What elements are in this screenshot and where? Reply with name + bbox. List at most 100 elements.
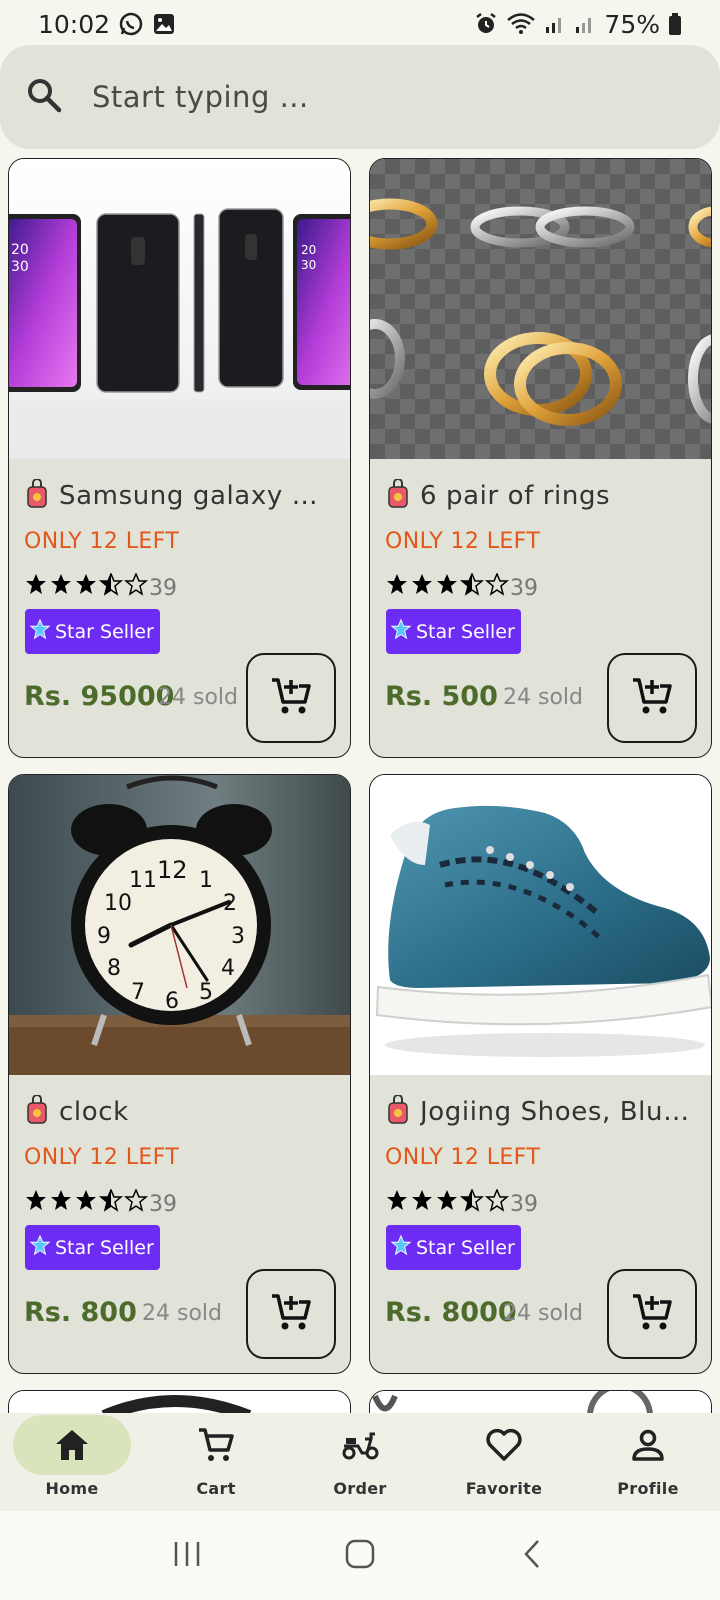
review-count: 39 [149,575,177,601]
svg-text:7: 7 [131,980,145,1005]
rating: 39 [385,1188,538,1219]
product-card[interactable]: Jogiing Shoes, Blue ... ONLY 12 LEFT 39 … [369,774,712,1374]
star-badge-icon [29,1234,51,1261]
stock-label: ONLY 12 LEFT [24,1145,180,1170]
product-image-rings[interactable] [370,159,711,459]
add-to-cart-button[interactable] [607,1269,697,1359]
product-price: Rs. 500 [385,681,498,712]
signal-2-icon [574,13,596,35]
bottom-navigation: Home Cart Order Favorite Profile [0,1413,720,1511]
badge-label: Star Seller [55,620,154,643]
star-seller-badge: Star Seller [25,609,160,654]
add-to-cart-button[interactable] [246,1269,336,1359]
badge-label: Star Seller [416,1236,515,1259]
badge-label: Star Seller [416,620,515,643]
scooter-icon [340,1427,380,1463]
svg-text:11: 11 [129,868,157,893]
search-bar[interactable] [0,45,720,149]
svg-text:3: 3 [231,924,245,949]
home-button-icon[interactable] [345,1539,375,1573]
svg-text:12: 12 [157,856,188,884]
svg-text:30: 30 [11,259,29,275]
nav-label-cart: Cart [196,1479,236,1498]
search-icon[interactable] [26,77,62,117]
badge-label: Star Seller [55,1236,154,1259]
star-rating-icon [385,572,510,603]
star-badge-icon [29,618,51,645]
add-cart-icon [269,1290,313,1338]
svg-text:30: 30 [301,258,316,272]
system-navigation [0,1511,720,1600]
svg-text:20: 20 [301,243,316,257]
review-count: 39 [149,1191,177,1217]
add-to-cart-button[interactable] [246,653,336,743]
add-cart-icon [630,674,674,722]
stock-label: ONLY 12 LEFT [385,529,541,554]
battery-icon [668,12,682,36]
seller-bag-icon [25,1094,49,1129]
review-count: 39 [510,575,538,601]
nav-cart[interactable]: Cart [144,1413,288,1511]
nav-label-profile: Profile [617,1479,679,1498]
star-seller-badge: Star Seller [386,1225,521,1270]
stock-label: ONLY 12 LEFT [24,529,180,554]
back-icon[interactable] [518,1539,548,1573]
nav-label-favorite: Favorite [465,1479,543,1498]
svg-text:10: 10 [104,891,132,916]
status-bar: 10:02 75% [0,0,720,48]
seller-bag-icon [386,478,410,513]
product-price: Rs. 800 [24,1297,137,1328]
review-count: 39 [510,1191,538,1217]
nav-profile[interactable]: Profile [576,1413,720,1511]
nav-favorite[interactable]: Favorite [432,1413,576,1511]
product-title[interactable]: 6 pair of rings [420,481,690,511]
star-badge-icon [390,1234,412,1261]
svg-text:4: 4 [221,956,235,981]
rating: 39 [24,1188,177,1219]
svg-text:9: 9 [97,924,111,949]
nav-label-order: Order [333,1479,387,1498]
recent-apps-icon[interactable] [172,1539,202,1573]
seller-bag-icon [386,1094,410,1129]
person-icon [631,1427,665,1463]
star-seller-badge: Star Seller [25,1225,160,1270]
search-input[interactable] [92,80,652,114]
nav-order[interactable]: Order [288,1413,432,1511]
cart-icon [197,1427,235,1463]
nav-home[interactable]: Home [0,1413,144,1511]
product-card[interactable]: 6 pair of rings ONLY 12 LEFT 39 Star Sel… [369,158,712,758]
svg-text:20: 20 [11,242,29,258]
sold-count: 24 sold [503,1301,583,1326]
battery-percent: 75% [604,9,660,39]
alarm-icon [474,12,498,36]
product-title[interactable]: clock [59,1097,329,1127]
svg-text:1: 1 [199,868,213,893]
rating: 39 [385,572,538,603]
svg-text:5: 5 [199,980,213,1005]
rating: 39 [24,572,177,603]
product-image-clock[interactable]: 12 1 2 3 4 5 6 7 8 9 10 11 [9,775,350,1075]
whatsapp-icon [118,11,144,37]
product-image-phones[interactable]: 20 30 20 30 [9,159,350,459]
add-cart-icon [269,674,313,722]
signal-icon [544,13,566,35]
product-card[interactable]: 20 30 20 30 Samsung galaxy not... ONLY 1… [8,158,351,758]
star-rating-icon [385,1188,510,1219]
star-rating-icon [24,572,149,603]
product-price: Rs. 8000 [385,1297,517,1328]
product-card[interactable]: 12 1 2 3 4 5 6 7 8 9 10 11 [8,774,351,1374]
seller-bag-icon [25,478,49,513]
svg-text:6: 6 [165,989,179,1014]
nav-label-home: Home [45,1479,99,1498]
star-badge-icon [390,618,412,645]
wifi-icon [506,12,536,36]
add-to-cart-button[interactable] [607,653,697,743]
svg-text:8: 8 [107,956,121,981]
sold-count: 24 sold [142,1301,222,1326]
clock-time: 10:02 [38,9,111,39]
product-image-shoes[interactable] [370,775,711,1075]
add-cart-icon [630,1290,674,1338]
product-title[interactable]: Samsung galaxy not... [59,481,329,511]
sold-count: 24 sold [503,685,583,710]
product-title[interactable]: Jogiing Shoes, Blue ... [420,1097,690,1127]
